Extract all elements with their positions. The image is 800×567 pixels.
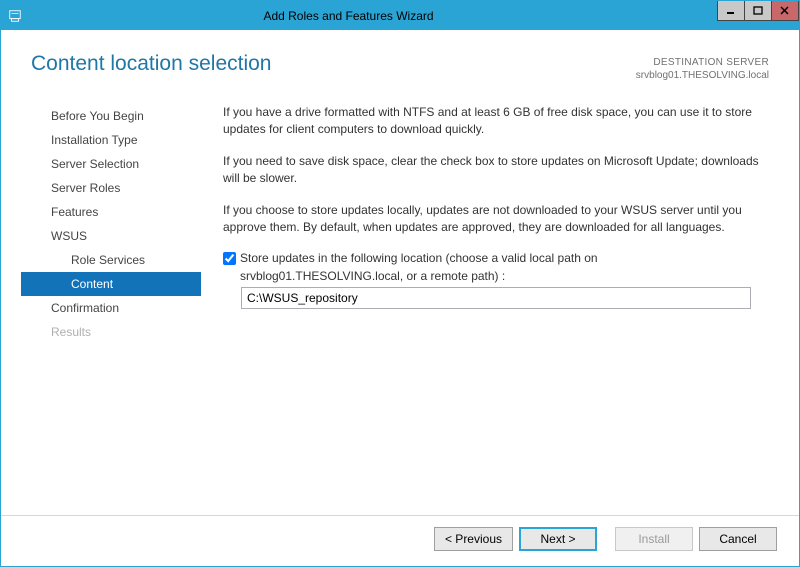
next-button[interactable]: Next > xyxy=(519,527,597,551)
maximize-button[interactable] xyxy=(744,1,772,21)
nav-features[interactable]: Features xyxy=(43,200,201,224)
page-title: Content location selection xyxy=(31,52,272,82)
titlebar: Add Roles and Features Wizard xyxy=(1,1,799,30)
nav-results: Results xyxy=(43,320,201,344)
previous-button[interactable]: < Previous xyxy=(434,527,513,551)
checkbox-label-line1: Store updates in the following location … xyxy=(240,251,598,265)
server-manager-icon xyxy=(8,9,22,23)
nav-content[interactable]: Content xyxy=(21,272,201,296)
header-row: Content location selection DESTINATION S… xyxy=(1,30,799,92)
window-controls xyxy=(718,1,799,21)
window-title: Add Roles and Features Wizard xyxy=(29,9,718,23)
destination-label: DESTINATION SERVER xyxy=(636,56,769,69)
nav-wsus[interactable]: WSUS xyxy=(43,224,201,248)
app-icon xyxy=(1,1,29,30)
body-row: Before You Begin Installation Type Serve… xyxy=(1,92,799,515)
cancel-button[interactable]: Cancel xyxy=(699,527,777,551)
paragraph-3: If you choose to store updates locally, … xyxy=(223,202,769,237)
storage-path-input[interactable] xyxy=(241,287,751,309)
nav-confirmation[interactable]: Confirmation xyxy=(43,296,201,320)
close-button[interactable] xyxy=(771,1,799,21)
paragraph-2: If you need to save disk space, clear th… xyxy=(223,153,769,188)
minimize-button[interactable] xyxy=(717,1,745,21)
sidebar: Before You Begin Installation Type Serve… xyxy=(1,102,201,515)
install-button: Install xyxy=(615,527,693,551)
main-panel: If you have a drive formatted with NTFS … xyxy=(201,102,799,515)
paragraph-1: If you have a drive formatted with NTFS … xyxy=(223,104,769,139)
nav-role-services[interactable]: Role Services xyxy=(43,248,201,272)
destination-info: DESTINATION SERVER srvblog01.THESOLVING.… xyxy=(636,52,769,82)
content-area: Content location selection DESTINATION S… xyxy=(1,30,799,566)
destination-server: srvblog01.THESOLVING.local xyxy=(636,69,769,82)
nav-installation-type[interactable]: Installation Type xyxy=(43,128,201,152)
nav-server-selection[interactable]: Server Selection xyxy=(43,152,201,176)
nav-server-roles[interactable]: Server Roles xyxy=(43,176,201,200)
wizard-window: Add Roles and Features Wizard Content lo… xyxy=(0,0,800,567)
footer-buttons: < Previous Next > Install Cancel xyxy=(1,515,799,566)
nav-before-you-begin[interactable]: Before You Begin xyxy=(43,104,201,128)
store-updates-label: Store updates in the following location … xyxy=(240,250,769,285)
store-updates-row: Store updates in the following location … xyxy=(223,250,769,285)
checkbox-label-line2: srvblog01.THESOLVING.local, or a remote … xyxy=(240,269,505,283)
store-updates-checkbox[interactable] xyxy=(223,252,236,265)
